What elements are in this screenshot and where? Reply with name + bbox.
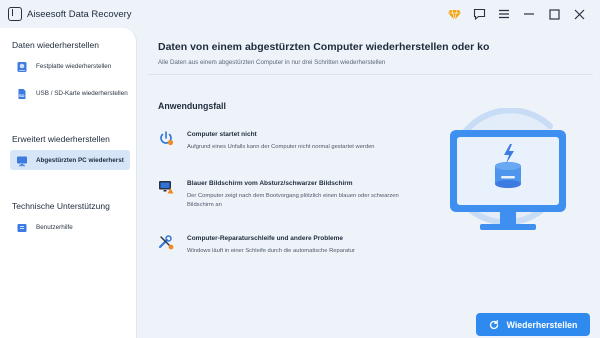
use-case-description: Aufgrund eines Unfalls kann der Computer… bbox=[187, 144, 375, 150]
usb-sd-icon: SD bbox=[16, 87, 28, 99]
sidebar: Daten wiederherstellen Festplatte wieder… bbox=[0, 28, 137, 338]
chat-icon[interactable] bbox=[472, 7, 486, 21]
sidebar-section-data-recovery: Daten wiederherstellen bbox=[12, 40, 99, 50]
window-controls bbox=[447, 7, 586, 21]
use-case-description: Der Computer zeigt nach dem Bootvorgang … bbox=[187, 193, 399, 208]
title-bar: Aiseesoft Data Recovery bbox=[0, 0, 600, 28]
diamond-icon[interactable] bbox=[447, 7, 461, 21]
recover-button[interactable]: Wiederherstellen bbox=[476, 313, 590, 336]
app-logo-icon bbox=[8, 7, 22, 21]
section-title: Anwendungsfall bbox=[158, 101, 226, 111]
page-title: Daten von einem abgestürzten Computer wi… bbox=[158, 41, 490, 53]
sidebar-item-label: Benutzerhilfe bbox=[36, 223, 73, 231]
sidebar-item-crashed-pc[interactable]: Abgestürzten PC wiederherst bbox=[10, 150, 130, 170]
sidebar-item-user-help[interactable]: Benutzerhilfe bbox=[10, 217, 130, 237]
use-case-title: Blauer Bildschirm vom Absturz/schwarzer … bbox=[187, 180, 353, 187]
sidebar-item-hard-drive[interactable]: Festplatte wiederherstellen bbox=[10, 56, 130, 76]
minimize-icon[interactable] bbox=[522, 7, 536, 21]
divider bbox=[148, 74, 593, 75]
help-book-icon bbox=[16, 221, 28, 233]
hard-drive-icon bbox=[16, 60, 28, 72]
monitor-warning-icon bbox=[158, 179, 174, 195]
power-icon bbox=[158, 130, 174, 146]
app-title: Aiseesoft Data Recovery bbox=[27, 9, 132, 20]
sidebar-item-label: Abgestürzten PC wiederherst bbox=[36, 156, 124, 164]
maximize-icon[interactable] bbox=[547, 7, 561, 21]
crashed-pc-icon bbox=[16, 154, 28, 167]
sidebar-section-support: Technische Unterstützung bbox=[12, 201, 110, 211]
page-subtitle: Alle Daten aus einem abgestürzten Comput… bbox=[158, 59, 386, 66]
sidebar-item-usb-sd[interactable]: SD USB / SD-Karte wiederherstellen bbox=[10, 83, 130, 103]
sidebar-item-label: Festplatte wiederherstellen bbox=[36, 62, 112, 70]
tools-icon bbox=[158, 234, 174, 250]
main-content: Daten von einem abgestürzten Computer wi… bbox=[138, 28, 600, 338]
sidebar-section-advanced: Erweitert wiederherstellen bbox=[12, 134, 110, 144]
use-case-title: Computer-Reparaturschleife und andere Pr… bbox=[187, 235, 344, 242]
svg-text:SD: SD bbox=[19, 93, 25, 98]
menu-icon[interactable] bbox=[497, 7, 511, 21]
sidebar-item-label: USB / SD-Karte wiederherstellen bbox=[36, 89, 128, 97]
recover-button-label: Wiederherstellen bbox=[506, 319, 578, 330]
use-case-title: Computer startet nicht bbox=[187, 131, 257, 138]
crashed-computer-illustration bbox=[428, 107, 588, 258]
refresh-icon bbox=[489, 319, 499, 330]
close-icon[interactable] bbox=[572, 7, 586, 21]
use-case-description: Windows läuft in einer Schleife durch di… bbox=[187, 248, 355, 254]
